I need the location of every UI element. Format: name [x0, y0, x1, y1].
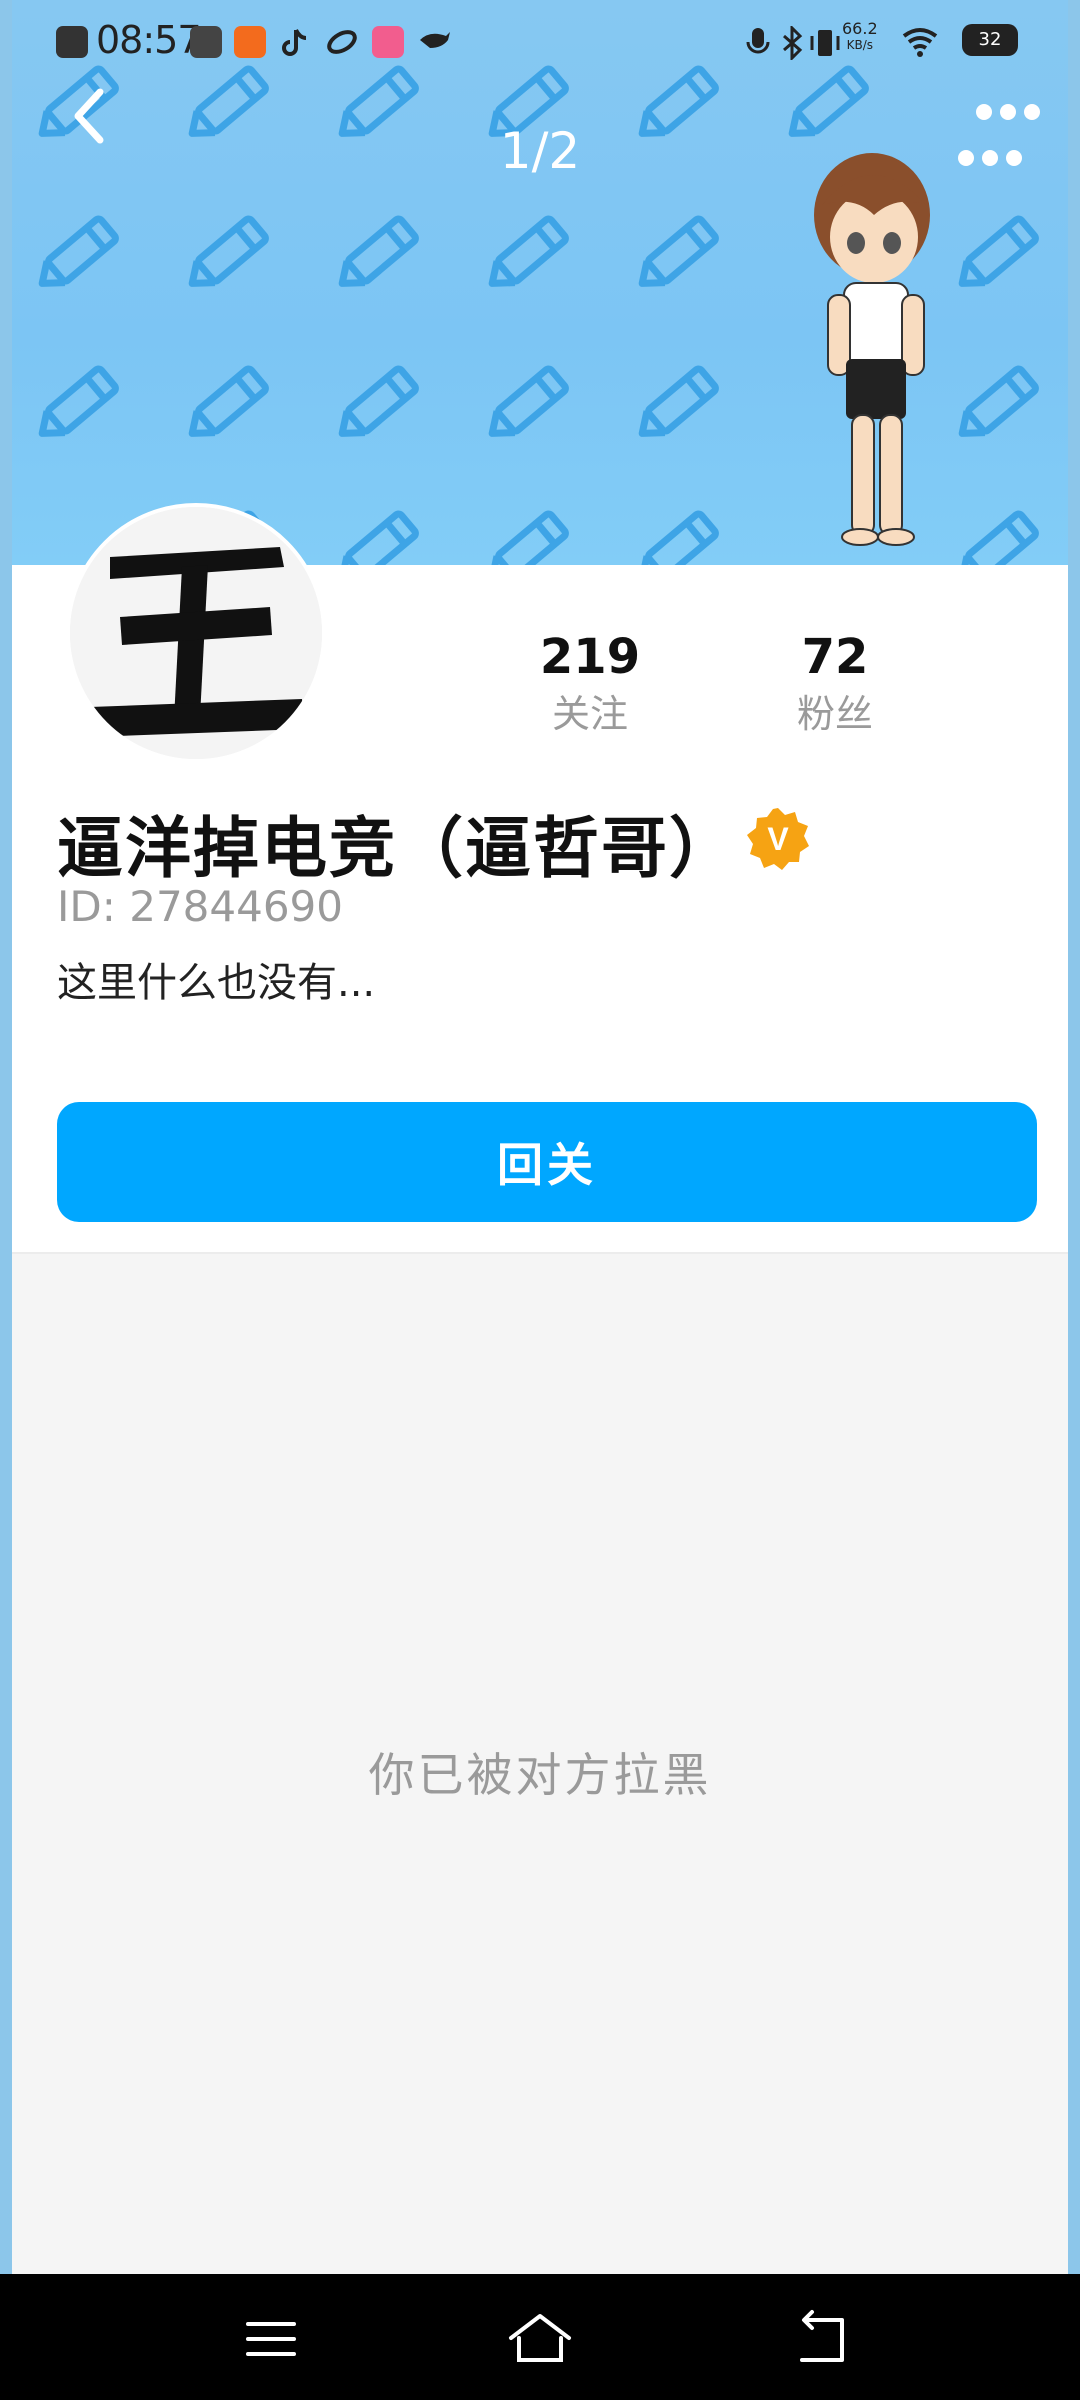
- nav-home-button[interactable]: [505, 2304, 575, 2374]
- battery-level: 32: [978, 29, 1002, 50]
- follow-back-button[interactable]: 回关: [57, 1102, 1037, 1222]
- left-edge: [0, 0, 12, 2274]
- menu-icon: [246, 2322, 296, 2356]
- verified-badge-icon: V: [745, 806, 811, 872]
- profile-header-banner: 08:57 66.2 KB/s 32 1/2: [12, 0, 1068, 565]
- bio-text: 这里什么也没有...: [57, 960, 376, 1006]
- content-area: 你已被对方拉黑: [12, 1254, 1068, 2274]
- profile-name: 逼洋掉电竞（逼哲哥）: [57, 810, 737, 887]
- app-screen: 08:57 66.2 KB/s 32 1/2 219 关注 72 粉丝 逼洋掉电…: [0, 0, 1080, 2400]
- followers-label: 粉丝: [796, 692, 873, 736]
- status-time: 08:57: [96, 18, 202, 62]
- message-app-icon: [190, 26, 222, 58]
- following-stat[interactable]: 219 关注: [520, 625, 660, 739]
- bilibili-app-icon: [372, 26, 404, 58]
- kuaishou-app-icon: [234, 26, 266, 58]
- browser-app-icon: [326, 26, 358, 58]
- nav-menu-button[interactable]: [236, 2304, 306, 2374]
- bird-app-icon: [418, 26, 450, 58]
- more-dots-icon: [972, 104, 1044, 124]
- avatar-image: [70, 507, 322, 759]
- blocked-message: 你已被对方拉黑: [368, 1748, 712, 1802]
- verified-badge-letter: V: [767, 821, 789, 857]
- battery-icon: 32: [962, 24, 1018, 56]
- right-edge: [1068, 0, 1080, 2274]
- status-bar: 08:57 66.2 KB/s 32: [12, 0, 1068, 80]
- following-count: 219: [539, 629, 641, 685]
- nav-back-button[interactable]: [786, 2304, 856, 2374]
- notification-x-icon: [56, 26, 88, 58]
- followers-stat[interactable]: 72 粉丝: [765, 625, 905, 739]
- home-icon: [509, 2314, 571, 2362]
- vibrate-icon: [808, 26, 840, 58]
- tiktok-icon: [280, 26, 312, 58]
- avatar[interactable]: [66, 503, 326, 763]
- mic-icon: [742, 26, 774, 58]
- bluetooth-icon: [778, 24, 810, 62]
- system-navigation-bar: [0, 2274, 1080, 2400]
- wifi-icon: [900, 26, 940, 58]
- network-speed-unit: KB/s: [846, 38, 874, 52]
- following-label: 关注: [551, 692, 628, 736]
- back-arrow-icon: [800, 2310, 844, 2362]
- network-speed: 66.2 KB/s: [842, 20, 878, 54]
- user-id: ID: 27844690: [57, 882, 344, 931]
- network-speed-value: 66.2: [842, 19, 878, 38]
- cartoon-character-illustration: [814, 153, 930, 546]
- followers-count: 72: [801, 629, 869, 685]
